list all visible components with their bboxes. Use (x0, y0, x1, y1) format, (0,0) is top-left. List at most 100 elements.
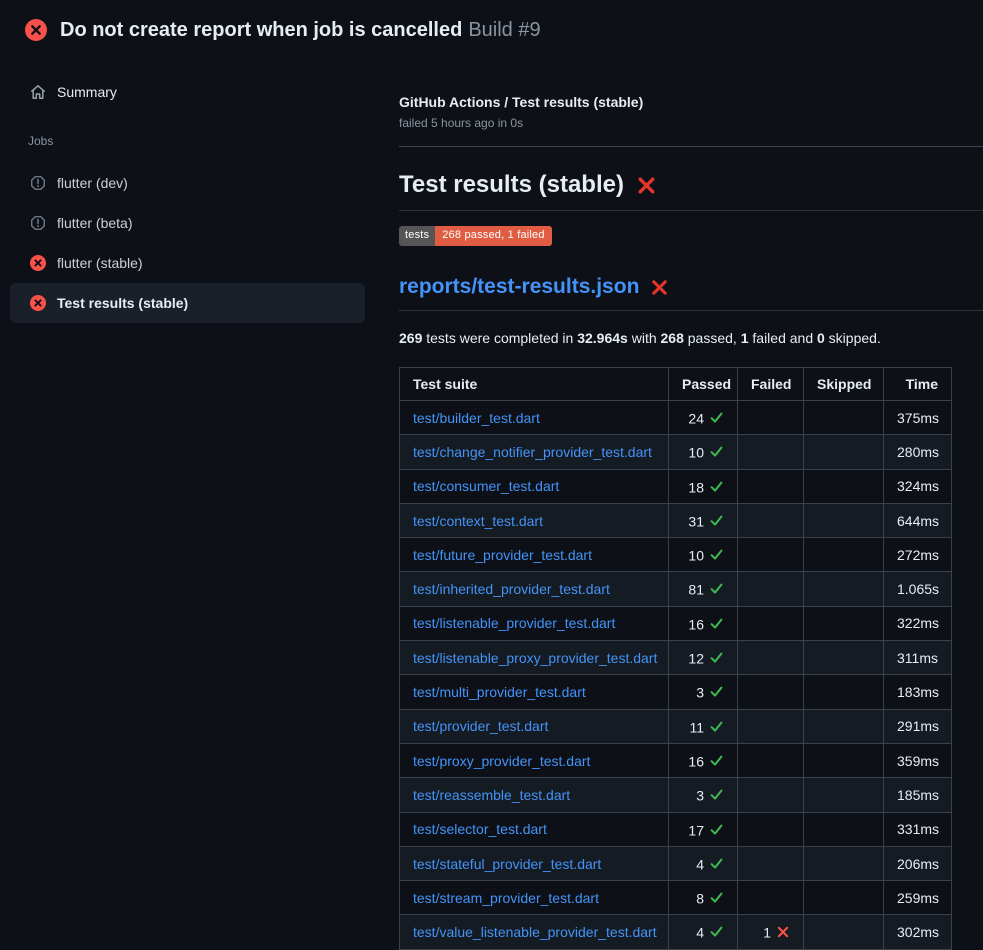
test-suite-link[interactable]: test/multi_provider_test.dart (413, 684, 586, 700)
report-file-link[interactable]: reports/test-results.json (399, 273, 639, 301)
time-cell: 311ms (884, 641, 952, 675)
failed-cell (738, 401, 804, 435)
page-title: Do not create report when job is cancell… (60, 16, 541, 44)
job-label: Test results (stable) (57, 295, 188, 311)
test-suite-link[interactable]: test/stream_provider_test.dart (413, 890, 599, 906)
sidebar-item-flutter-dev[interactable]: flutter (dev) (10, 163, 365, 203)
check-icon (709, 890, 724, 905)
check-icon (709, 479, 724, 494)
check-icon (709, 753, 724, 768)
passed-cell: 31 (669, 503, 738, 537)
check-icon (709, 444, 724, 459)
table-row: test/stream_provider_test.dart 8 259ms (400, 881, 952, 915)
check-icon (709, 856, 724, 871)
test-suite-link[interactable]: test/reassemble_test.dart (413, 787, 570, 803)
stop-icon (30, 175, 46, 191)
time-cell: 324ms (884, 469, 952, 503)
x-circle-fill-icon (30, 295, 46, 311)
table-row: test/consumer_test.dart 18 324ms (400, 469, 952, 503)
cross-mark-icon (636, 175, 657, 196)
failed-cell (738, 881, 804, 915)
check-icon (709, 513, 724, 528)
passed-cell: 12 (669, 641, 738, 675)
passed-cell: 17 (669, 812, 738, 846)
table-row: test/inherited_provider_test.dart 81 1.0… (400, 572, 952, 606)
failed-cell (738, 538, 804, 572)
home-icon (30, 84, 46, 100)
check-icon (709, 581, 724, 596)
failed-status-icon (25, 19, 47, 41)
job-label: flutter (beta) (57, 215, 132, 231)
test-suite-link[interactable]: test/stateful_provider_test.dart (413, 856, 601, 872)
section-title-text: Test results (stable) (399, 169, 624, 201)
test-suite-link[interactable]: test/builder_test.dart (413, 410, 540, 426)
sidebar-item-summary[interactable]: Summary (10, 76, 365, 108)
test-suite-link[interactable]: test/value_listenable_provider_test.dart (413, 924, 657, 940)
test-suite-link[interactable]: test/inherited_provider_test.dart (413, 581, 610, 597)
skipped-cell (804, 743, 884, 777)
check-icon (709, 650, 724, 665)
summary-line: 269 tests were completed in 32.964s with… (399, 328, 983, 348)
passed-cell: 16 (669, 606, 738, 640)
failed-cell (738, 709, 804, 743)
section-title: Test results (stable) (399, 169, 983, 211)
table-row: test/selector_test.dart 17 331ms (400, 812, 952, 846)
check-run-report: GitHub Actions / Test results (stable) f… (375, 58, 983, 950)
time-cell: 272ms (884, 538, 952, 572)
test-suite-link[interactable]: test/listenable_proxy_provider_test.dart (413, 650, 657, 666)
run-title: Do not create report when job is cancell… (60, 19, 462, 41)
failed-cell (738, 469, 804, 503)
skipped-cell (804, 881, 884, 915)
sidebar-item-flutter-beta[interactable]: flutter (beta) (10, 203, 365, 243)
failed-cell (738, 812, 804, 846)
skipped-cell (804, 401, 884, 435)
check-icon (709, 924, 724, 939)
tests-badge: tests 268 passed, 1 failed (399, 226, 552, 246)
time-cell: 206ms (884, 846, 952, 880)
time-cell: 291ms (884, 709, 952, 743)
test-suite-link[interactable]: test/provider_test.dart (413, 718, 548, 734)
test-suite-link[interactable]: test/change_notifier_provider_test.dart (413, 444, 652, 460)
time-cell: 302ms (884, 915, 952, 949)
test-suite-link[interactable]: test/proxy_provider_test.dart (413, 753, 590, 769)
failed-cell (738, 778, 804, 812)
table-row: test/change_notifier_provider_test.dart … (400, 435, 952, 469)
passed-cell: 4 (669, 915, 738, 949)
sidebar-item-flutter-stable[interactable]: flutter (stable) (10, 243, 365, 283)
skipped-cell (804, 538, 884, 572)
table-row: test/listenable_provider_test.dart 16 32… (400, 606, 952, 640)
skipped-cell (804, 641, 884, 675)
sidebar-item-test-results-stable[interactable]: Test results (stable) (10, 283, 365, 323)
sidebar-summary-label: Summary (57, 84, 117, 100)
skipped-cell (804, 572, 884, 606)
test-suite-link[interactable]: test/consumer_test.dart (413, 478, 559, 494)
stop-icon (30, 215, 46, 231)
divider (399, 146, 983, 147)
passed-cell: 8 (669, 881, 738, 915)
run-build-number: Build #9 (468, 19, 540, 41)
skipped-cell (804, 709, 884, 743)
check-icon (709, 787, 724, 802)
test-suite-link[interactable]: test/listenable_provider_test.dart (413, 615, 615, 631)
test-suite-link[interactable]: test/future_provider_test.dart (413, 547, 592, 563)
passed-cell: 16 (669, 743, 738, 777)
skipped-cell (804, 812, 884, 846)
passed-cell: 3 (669, 675, 738, 709)
jobs-list: flutter (dev) flutter (beta) (0, 163, 375, 323)
time-cell: 331ms (884, 812, 952, 846)
jobs-section-label: Jobs (28, 134, 375, 148)
check-icon (709, 547, 724, 562)
failed-cell (738, 846, 804, 880)
x-icon (776, 925, 790, 939)
test-suite-link[interactable]: test/selector_test.dart (413, 821, 547, 837)
passed-cell: 4 (669, 846, 738, 880)
test-suite-link[interactable]: test/context_test.dart (413, 513, 543, 529)
skipped-cell (804, 469, 884, 503)
column-header-test-suite: Test suite (400, 368, 669, 401)
report-title: reports/test-results.json (399, 273, 983, 311)
table-row: test/future_provider_test.dart 10 272ms (400, 538, 952, 572)
failed-cell (738, 435, 804, 469)
failed-cell: 1 (738, 915, 804, 949)
time-cell: 359ms (884, 743, 952, 777)
skipped-cell (804, 606, 884, 640)
